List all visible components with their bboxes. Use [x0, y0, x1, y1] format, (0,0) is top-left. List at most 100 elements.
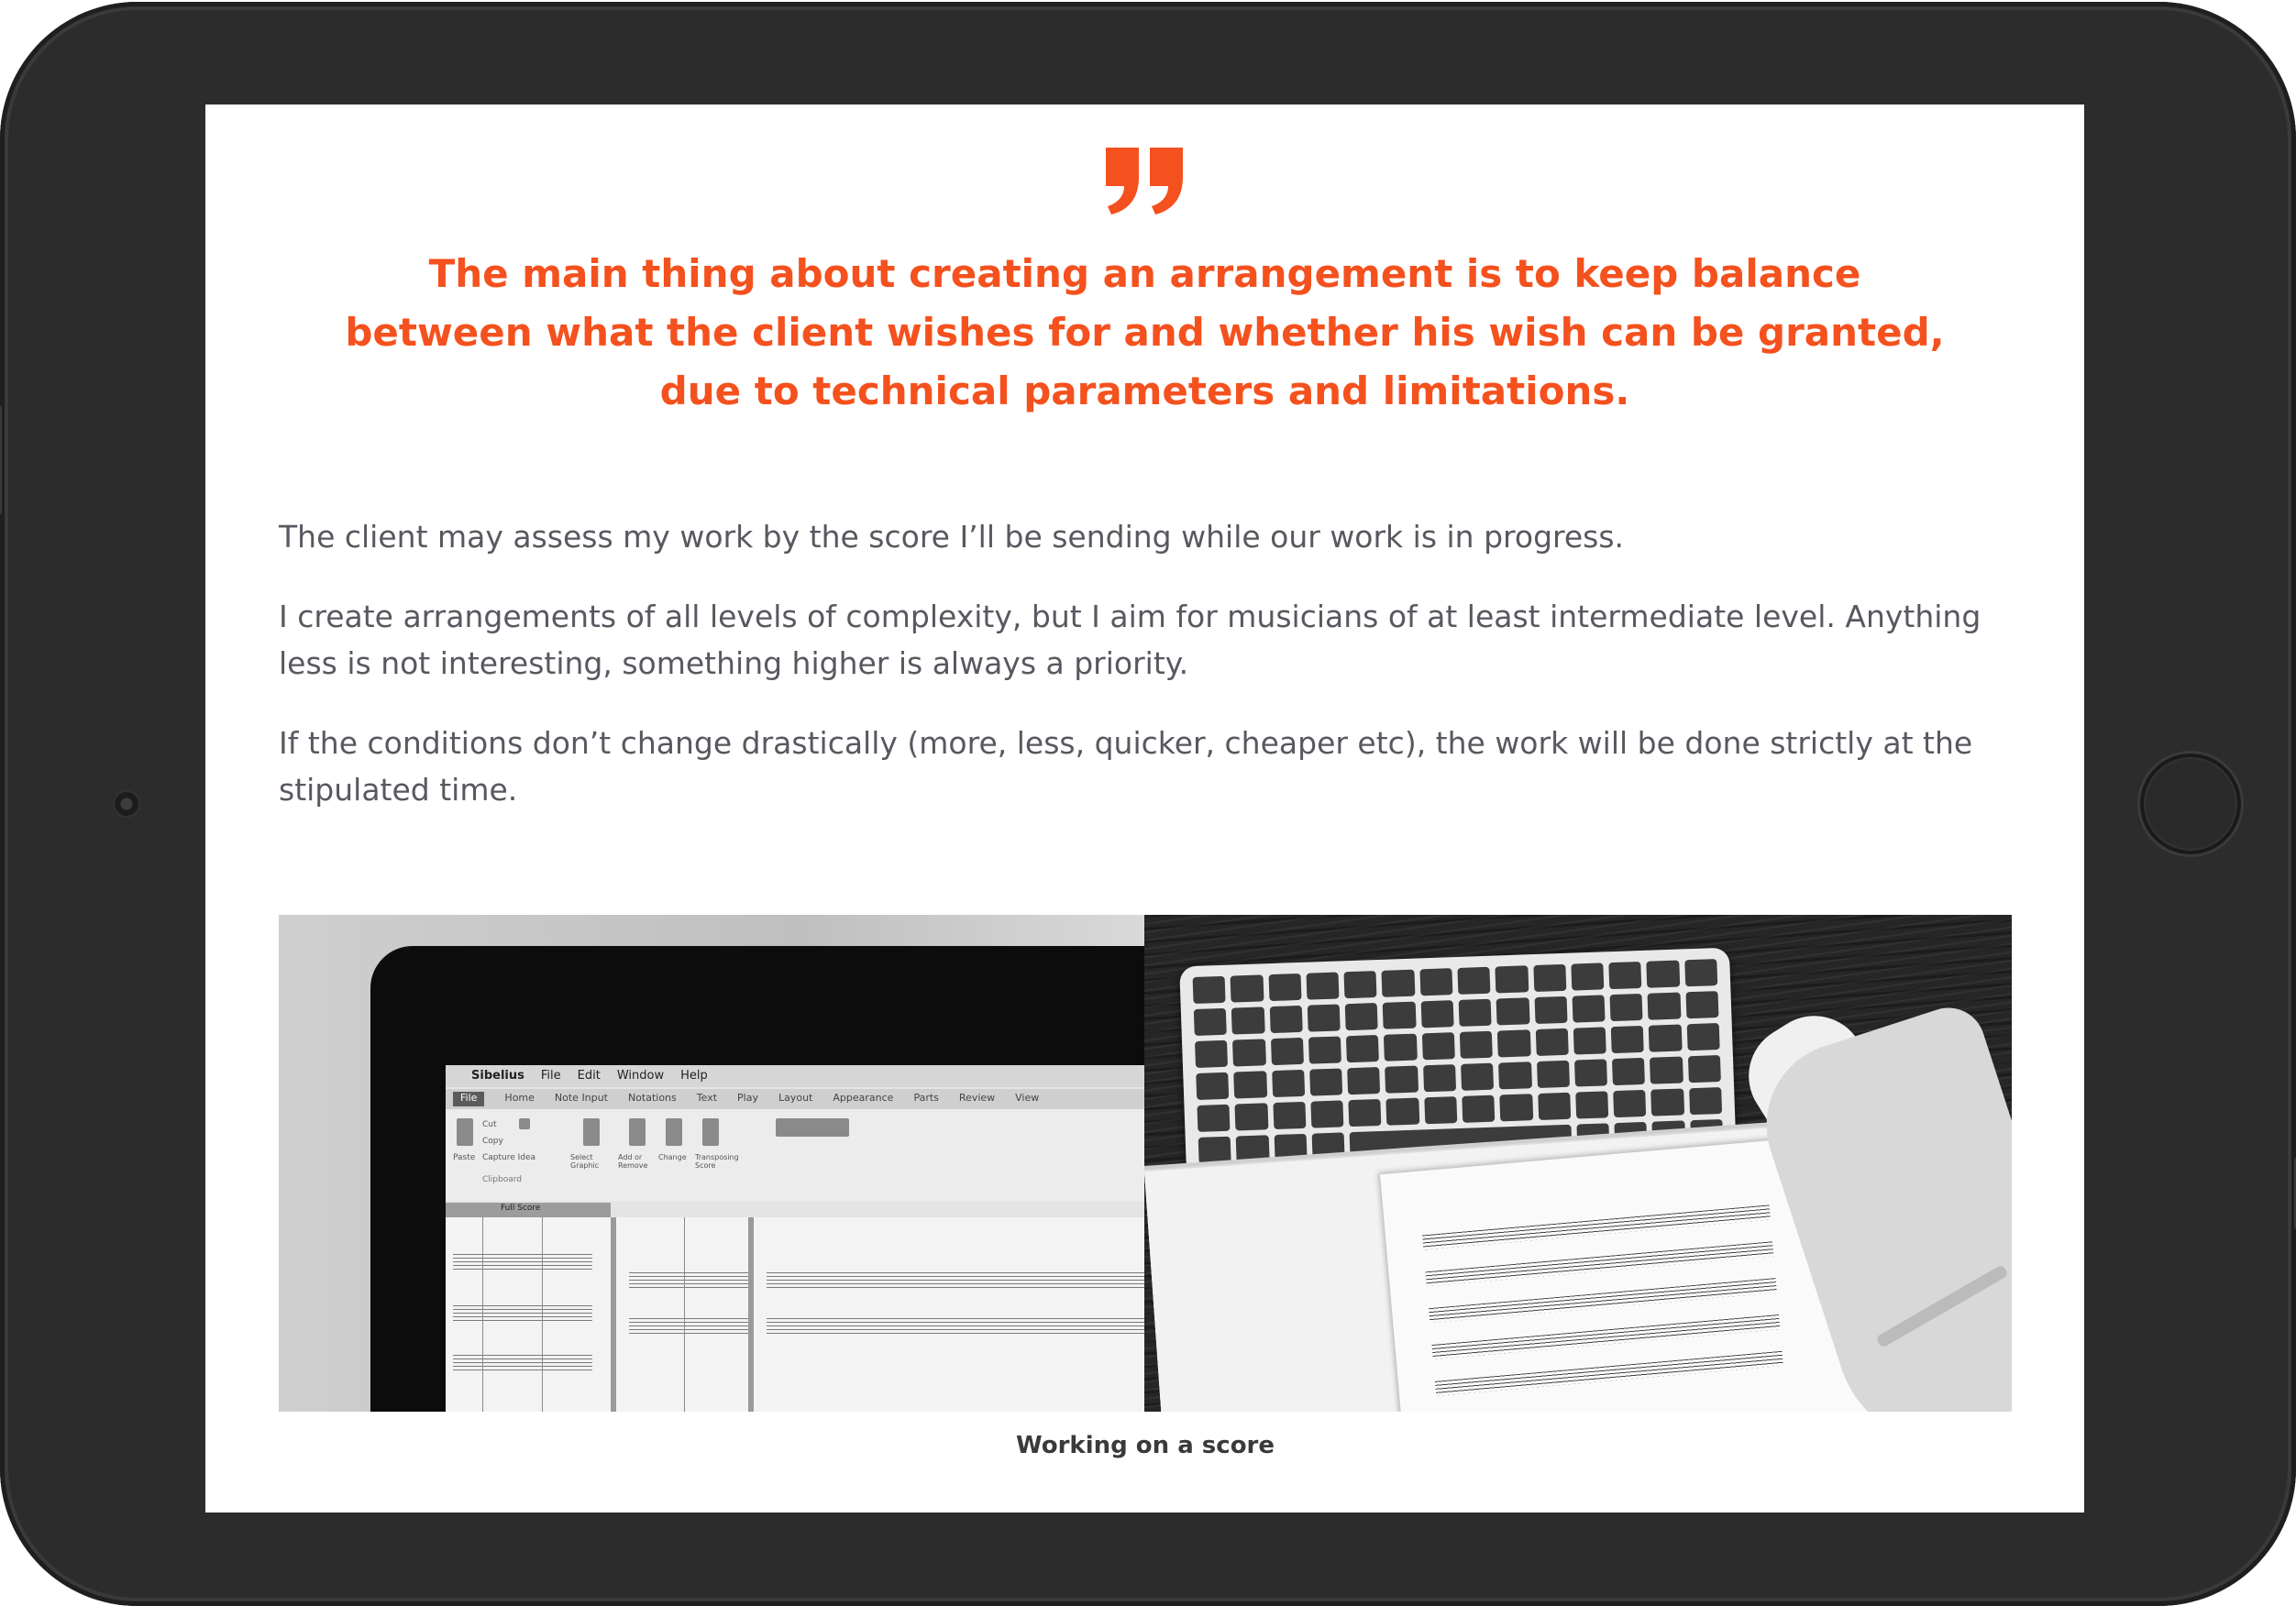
key — [1384, 1033, 1418, 1062]
key — [1385, 1065, 1418, 1094]
article-body: The client may assess my work by the sco… — [279, 513, 2012, 846]
staff — [1428, 1278, 1777, 1324]
figure-caption: Working on a score — [1015, 1432, 1275, 1459]
key — [1343, 971, 1377, 999]
key — [1424, 1096, 1458, 1125]
pull-quote-line: The main thing about creating an arrange… — [428, 251, 1861, 296]
key — [1610, 1025, 1645, 1054]
staff — [453, 1254, 592, 1270]
ribbon-tab: Play — [737, 1092, 758, 1104]
key — [1381, 969, 1416, 997]
key — [1683, 959, 1718, 987]
key — [1232, 1039, 1266, 1067]
key — [1685, 991, 1719, 1019]
ribbon-tab: Parts — [913, 1092, 939, 1104]
key — [1231, 1006, 1265, 1035]
key — [1274, 1133, 1308, 1162]
keyboard-keys — [1192, 959, 1724, 1164]
key — [1347, 1066, 1381, 1095]
key — [1307, 1004, 1341, 1032]
staff — [1425, 1241, 1774, 1287]
key — [1198, 1136, 1231, 1164]
staff — [453, 1355, 592, 1371]
key — [1348, 1098, 1382, 1128]
paragraph: If the conditions don’t change drastical… — [279, 725, 1973, 808]
key — [1270, 1037, 1304, 1066]
home-button[interactable] — [2140, 754, 2241, 854]
ribbon-tab: Layout — [778, 1092, 813, 1104]
key — [1346, 1035, 1380, 1063]
key — [1609, 993, 1643, 1022]
ribbon-tab: Review — [958, 1092, 996, 1104]
key — [1497, 1029, 1531, 1058]
key — [1536, 1060, 1570, 1088]
bar-line — [482, 1217, 483, 1412]
key — [1272, 1101, 1307, 1130]
staff — [629, 1272, 748, 1289]
key — [1461, 1062, 1495, 1091]
key — [1192, 975, 1226, 1005]
key — [1383, 1001, 1417, 1029]
page-divider — [611, 1217, 616, 1412]
ribbon-label: Transposing Score — [695, 1153, 739, 1170]
key — [1571, 962, 1605, 991]
key — [1308, 1036, 1342, 1064]
sibelius-status-bar: Full Score — [446, 1203, 611, 1217]
key — [1650, 1056, 1683, 1084]
key — [1532, 963, 1567, 993]
desk-photo — [1144, 915, 2012, 1412]
key — [1573, 1027, 1606, 1055]
key — [1457, 966, 1491, 995]
tablet-frame: The main thing about creating an arrange… — [0, 2, 2296, 1606]
add-remove-icon — [629, 1118, 646, 1146]
key — [1235, 1135, 1270, 1163]
key — [1459, 1030, 1494, 1059]
score-view-label: Full Score — [501, 1204, 541, 1213]
menu-item: Window — [616, 1069, 665, 1083]
front-camera — [113, 790, 140, 818]
quote-icon — [1106, 148, 1183, 214]
key — [1385, 1097, 1420, 1126]
key — [1458, 998, 1492, 1027]
menu-item: Help — [680, 1069, 708, 1083]
key — [1310, 1100, 1344, 1128]
ribbon-tab: Home — [504, 1092, 535, 1104]
pull-quote-line: between what the client wishes for and w… — [345, 310, 1945, 355]
key — [1268, 973, 1302, 1002]
key — [1419, 968, 1453, 996]
key — [1499, 1094, 1533, 1122]
staff — [767, 1318, 1144, 1335]
key — [1420, 1000, 1454, 1028]
key — [1197, 1104, 1231, 1132]
ribbon-label: Add or Remove — [618, 1153, 648, 1170]
ribbon-label: Select Graphic — [570, 1153, 600, 1170]
key — [1647, 992, 1682, 1020]
sibelius-ribbon-tabs: File Home Note Input Notations Text Play… — [446, 1089, 1144, 1109]
key — [1462, 1094, 1496, 1123]
bar-line — [684, 1217, 685, 1412]
key — [1686, 1023, 1720, 1051]
monitor: Sibelius File Edit Window Help File Home… — [370, 946, 1144, 1412]
key — [1271, 1069, 1306, 1098]
key — [1649, 1024, 1683, 1052]
staff — [1434, 1350, 1783, 1396]
ribbon-tab: Note Input — [554, 1092, 608, 1104]
sibelius-ribbon: Paste Cut Copy Capture Idea Clipboard Se… — [446, 1109, 1144, 1201]
key — [1650, 1088, 1684, 1116]
volume-button — [0, 405, 2, 515]
key — [1195, 1040, 1229, 1068]
score-area — [446, 1217, 1144, 1412]
monitor-photo: Sibelius File Edit Window Help File Home… — [279, 915, 1144, 1412]
menu-item: Edit — [577, 1069, 601, 1083]
key — [1646, 960, 1680, 988]
key — [1575, 1091, 1609, 1119]
pull-quote-line: due to technical parameters and limitati… — [659, 368, 1630, 413]
ribbon-label: Cut — [482, 1120, 497, 1129]
ribbon-tab: View — [1015, 1092, 1040, 1104]
ribbon-tab: Notations — [627, 1092, 677, 1104]
ribbon-tab: Appearance — [833, 1092, 894, 1104]
key — [1422, 1064, 1457, 1093]
ribbon-label: Paste — [453, 1153, 476, 1162]
key — [1534, 996, 1568, 1025]
key — [1495, 965, 1529, 994]
